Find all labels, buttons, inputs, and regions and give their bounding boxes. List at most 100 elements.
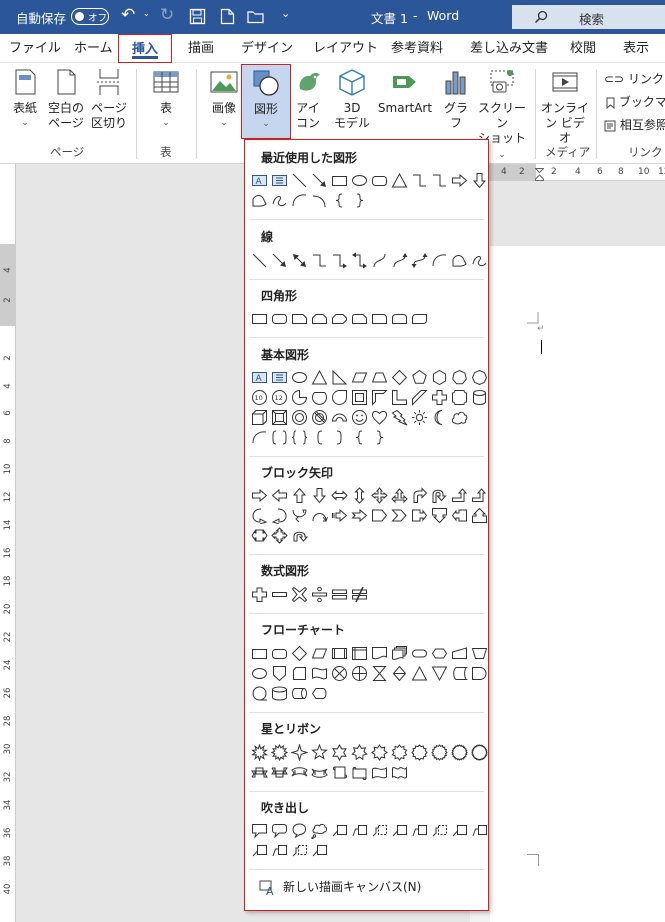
- shape-bolt[interactable]: [389, 407, 409, 427]
- cover-page-button[interactable]: 表紙 ⌄: [8, 67, 42, 131]
- shape-terminator[interactable]: [409, 643, 429, 663]
- undo-icon[interactable]: ↶: [121, 5, 135, 25]
- shape-diamond[interactable]: [289, 643, 309, 663]
- shape-frame[interactable]: [349, 387, 369, 407]
- shape-ucallout[interactable]: [469, 505, 489, 525]
- shape-line[interactable]: [249, 250, 269, 270]
- shape-darrowline[interactable]: [289, 250, 309, 270]
- shape-rect[interactable]: [249, 308, 269, 328]
- shape-bevel[interactable]: [269, 407, 289, 427]
- shape-star8[interactable]: [369, 742, 389, 762]
- link-button[interactable]: ⊂⊃ リンク ⌄: [604, 70, 665, 87]
- shape-rtri[interactable]: [329, 367, 349, 387]
- shape-rarrow[interactable]: [449, 170, 469, 190]
- shape-para[interactable]: [309, 643, 329, 663]
- shape-lcallout[interactable]: [449, 505, 469, 525]
- shape-moon[interactable]: [429, 407, 449, 427]
- image-button[interactable]: 画像 ⌄: [207, 67, 241, 131]
- shape-burst2[interactable]: [269, 742, 289, 762]
- shape-linecallout1[interactable]: [329, 820, 349, 840]
- smartart-button[interactable]: SmartArt: [376, 67, 434, 116]
- shape-vtextbox[interactable]: [269, 367, 289, 387]
- save-icon[interactable]: [189, 8, 206, 25]
- shape-smiley[interactable]: [349, 407, 369, 427]
- shape-ribbond[interactable]: [269, 762, 289, 782]
- shape-offpage[interactable]: [269, 663, 289, 683]
- shape-vscroll[interactable]: [329, 762, 349, 782]
- shape-line[interactable]: [289, 170, 309, 190]
- shape-freeform[interactable]: [249, 190, 269, 210]
- shape-star5[interactable]: [309, 742, 329, 762]
- shape-divide[interactable]: [309, 584, 329, 604]
- shape-para[interactable]: [349, 367, 369, 387]
- shape-arrow[interactable]: [269, 250, 289, 270]
- shape-elbow[interactable]: [409, 170, 429, 190]
- shape-lbrace[interactable]: [349, 427, 369, 447]
- shape-udarrow[interactable]: [349, 485, 369, 505]
- shape-can[interactable]: [469, 387, 489, 407]
- shape-dwave[interactable]: [389, 762, 409, 782]
- shape-curvearrow[interactable]: [389, 250, 409, 270]
- shape-collate[interactable]: [369, 663, 389, 683]
- shape-curvedr[interactable]: [249, 505, 269, 525]
- shape-tri[interactable]: [309, 367, 329, 387]
- blank-page-button[interactable]: 空白の ページ: [46, 67, 86, 131]
- shape-arc[interactable]: [249, 427, 269, 447]
- shape-pie[interactable]: [289, 387, 309, 407]
- shape-arc[interactable]: [289, 190, 309, 210]
- shape-star6[interactable]: [329, 742, 349, 762]
- shape-plaque[interactable]: [449, 387, 469, 407]
- shape-sun[interactable]: [409, 407, 429, 427]
- customize-qat-icon[interactable]: ⌄: [281, 7, 290, 20]
- shape-linecallout2[interactable]: [469, 820, 489, 840]
- shape-snipround[interactable]: [349, 308, 369, 328]
- shape-rrect[interactable]: [269, 308, 289, 328]
- shape-minus[interactable]: [269, 584, 289, 604]
- shape-ovalcallout[interactable]: [289, 820, 309, 840]
- shape-star4[interactable]: [289, 742, 309, 762]
- shape-linecallout1[interactable]: [449, 820, 469, 840]
- shape-curve[interactable]: [369, 250, 389, 270]
- shape-arc[interactable]: [429, 250, 449, 270]
- shape-round1[interactable]: [369, 308, 389, 328]
- shape-curvedd[interactable]: [309, 505, 329, 525]
- shape-rarrow[interactable]: [249, 485, 269, 505]
- shape-vtextbox[interactable]: [269, 170, 289, 190]
- shape-sumjunc[interactable]: [329, 663, 349, 683]
- shape-cloudcallout[interactable]: [309, 820, 329, 840]
- shape-sort[interactable]: [389, 663, 409, 683]
- shape-or[interactable]: [349, 663, 369, 683]
- undo-dropdown-icon[interactable]: ⌄: [143, 9, 150, 18]
- tab-layout[interactable]: レイアウト: [313, 34, 378, 63]
- shape-oval[interactable]: [249, 663, 269, 683]
- shape-dcallout[interactable]: [429, 505, 449, 525]
- shape-scribble[interactable]: [469, 250, 489, 270]
- shape-hscroll[interactable]: [349, 762, 369, 782]
- shape-star10[interactable]: [389, 742, 409, 762]
- tab-view[interactable]: 表示: [623, 34, 649, 63]
- shape-lshape[interactable]: [389, 387, 409, 407]
- shape-linecallout2[interactable]: [269, 840, 289, 860]
- shape-uarrow[interactable]: [289, 485, 309, 505]
- shape-predefined[interactable]: [329, 643, 349, 663]
- shape-lup[interactable]: [449, 485, 469, 505]
- tab-home[interactable]: ホーム: [74, 34, 113, 63]
- shape-equal[interactable]: [329, 584, 349, 604]
- shape-blockarc[interactable]: [329, 407, 349, 427]
- document-page[interactable]: ↵: [490, 246, 665, 922]
- shape-doc[interactable]: [369, 643, 389, 663]
- shape-curvedarrow[interactable]: [409, 250, 429, 270]
- shape-tear[interactable]: [329, 387, 349, 407]
- shape-textbox[interactable]: A: [249, 170, 269, 190]
- shape-multidoc[interactable]: [389, 643, 409, 663]
- shape-snip3[interactable]: [329, 308, 349, 328]
- icons-button[interactable]: アイ コン: [294, 67, 322, 131]
- shape-hex[interactable]: [429, 367, 449, 387]
- shape-star24[interactable]: [449, 742, 469, 762]
- shape-wave[interactable]: [369, 762, 389, 782]
- autosave-toggle[interactable]: オフ: [71, 8, 109, 25]
- shape-circarrow[interactable]: [289, 525, 309, 545]
- shape-dodec[interactable]: 12: [269, 387, 289, 407]
- shape-lbrace[interactable]: [329, 190, 349, 210]
- search-box[interactable]: 検索: [512, 5, 665, 29]
